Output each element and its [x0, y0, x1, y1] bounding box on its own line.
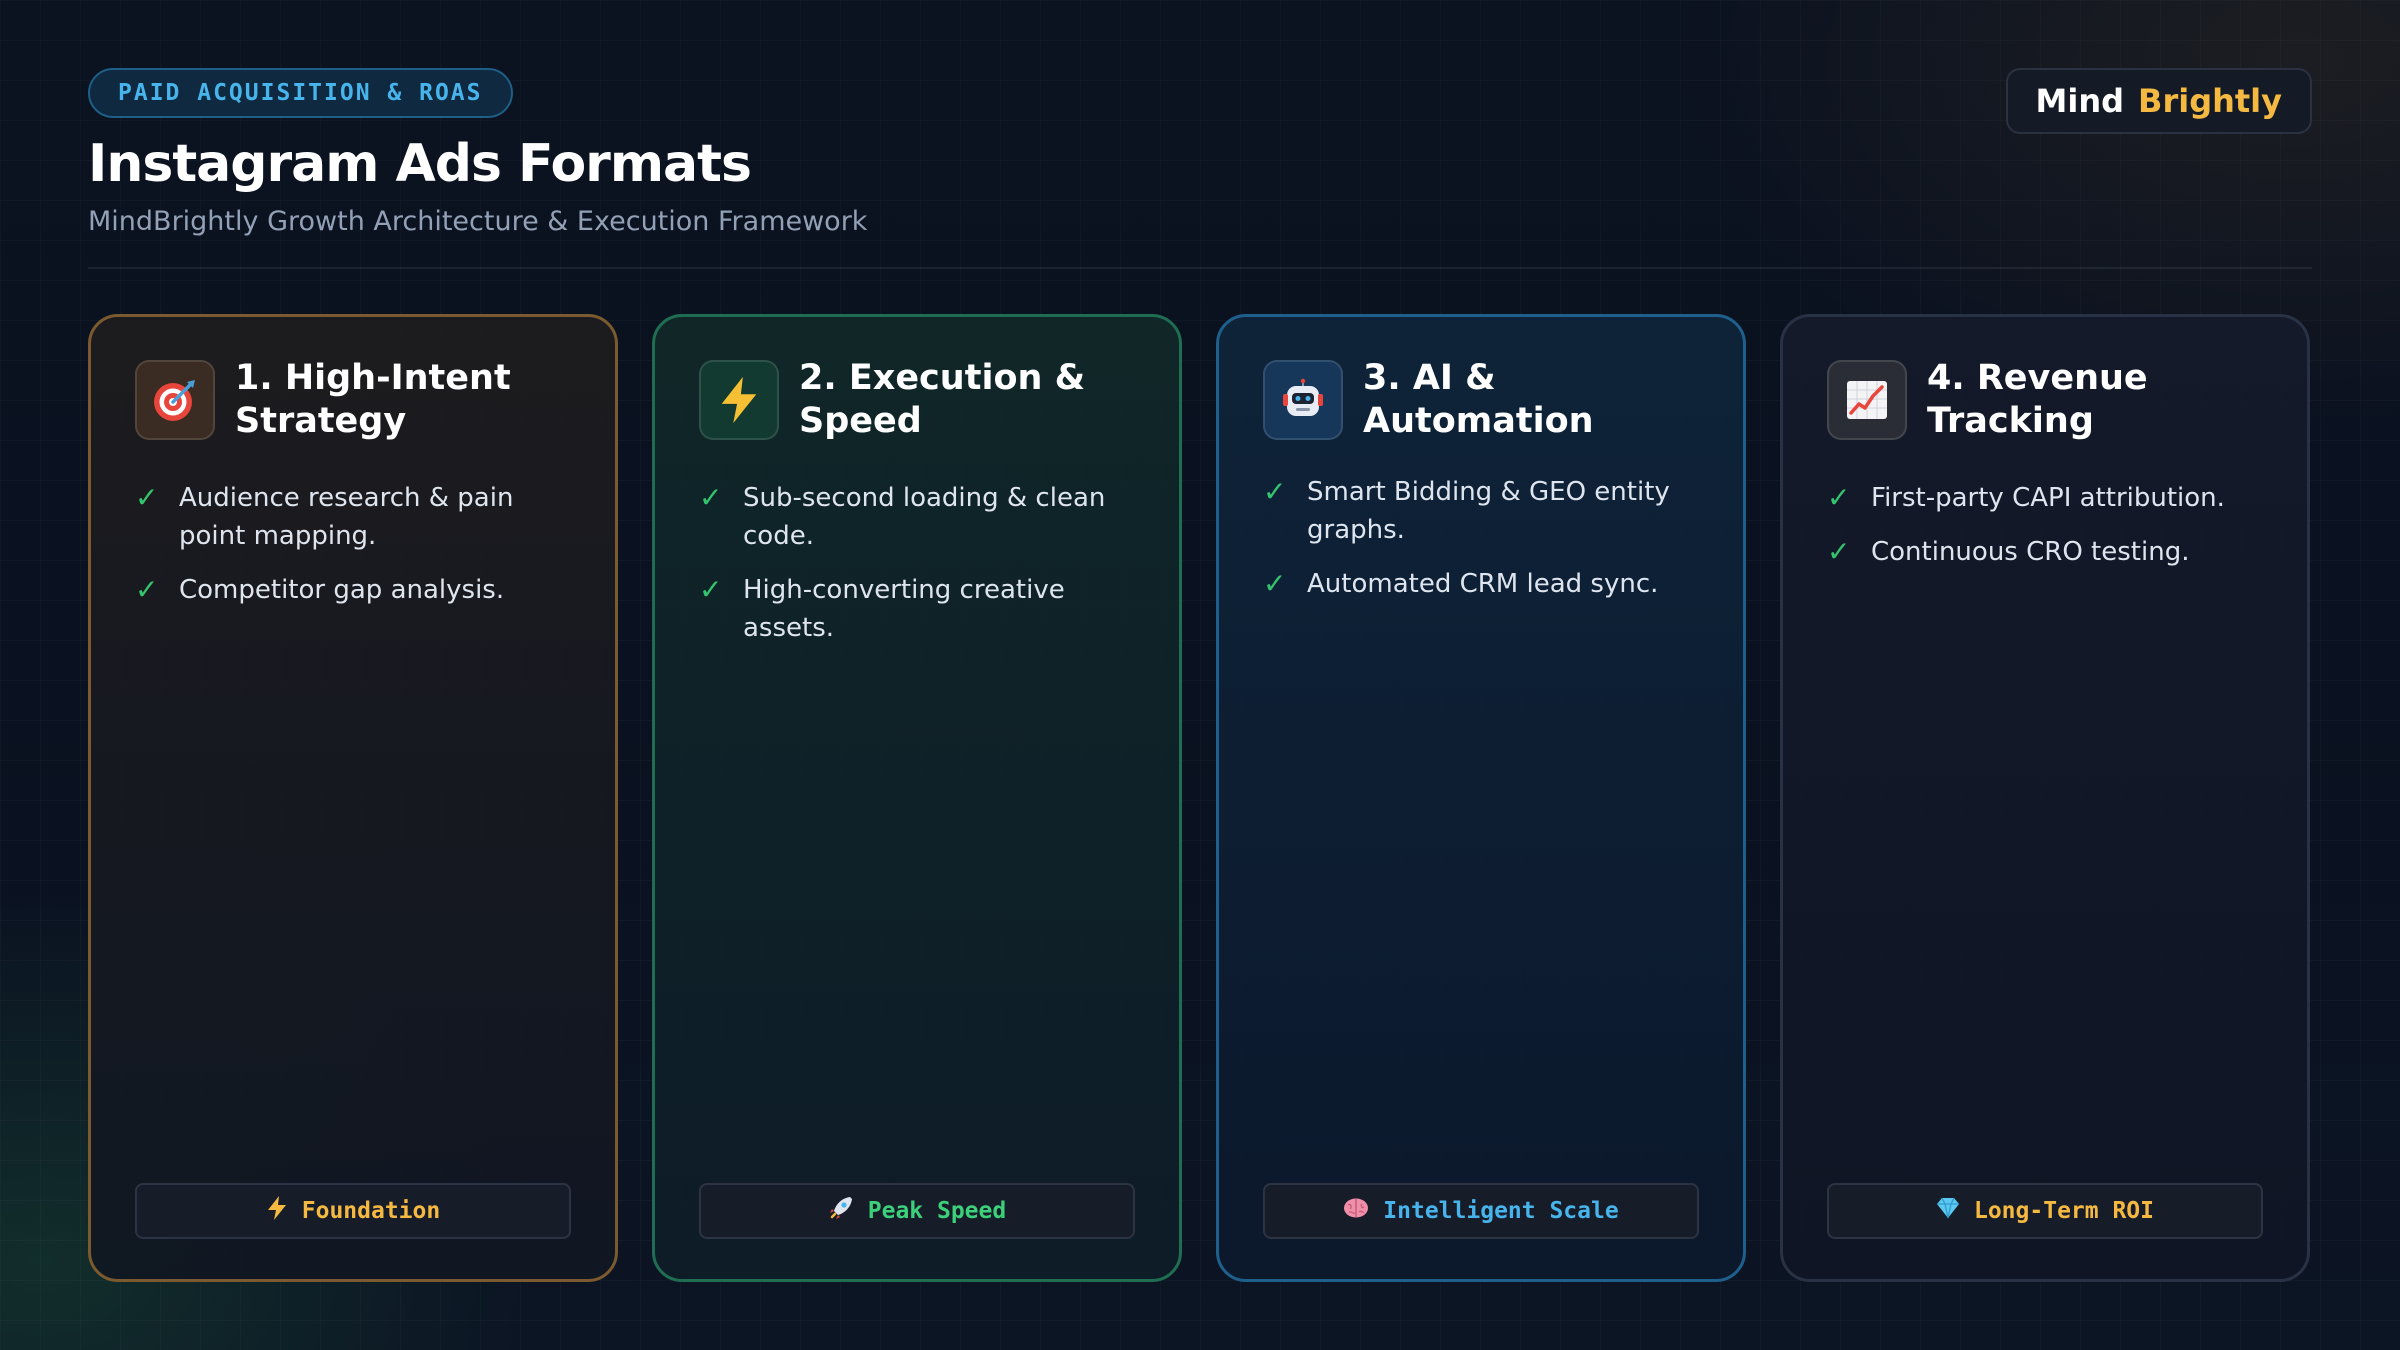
list-item: ✓ Smart Bidding & GEO entity graphs.	[1263, 473, 1699, 549]
card-item-list: ✓ Sub-second loading & clean code. ✓ High-…	[699, 479, 1135, 647]
robot-icon	[1263, 360, 1343, 440]
list-item-text: Sub-second loading & clean code.	[743, 483, 1106, 551]
badge-label: Intelligent Scale	[1383, 1198, 1619, 1224]
list-item: ✓ Competitor gap analysis.	[135, 571, 571, 609]
framework-cards: 1. High-Intent Strategy ✓ Audience resear…	[88, 314, 2312, 1282]
brand-logo: Mind Brightly	[2005, 68, 2312, 134]
badge-label: Peak Speed	[867, 1198, 1007, 1224]
list-item: ✓ Audience research & pain point mapping.	[135, 479, 571, 555]
card-title: 1. High-Intent Strategy	[235, 358, 511, 441]
card-title: 3. AI & Automation	[1363, 358, 1594, 441]
card-header: 1. High-Intent Strategy	[135, 357, 571, 443]
header-divider	[88, 267, 2312, 269]
checkmark-icon: ✓	[1827, 535, 1851, 568]
card-item-list: ✓ First-party CAPI attribution. ✓ Continuo…	[1827, 479, 2263, 571]
brand-word-mind: Mind	[2035, 82, 2125, 120]
list-item-text: High-converting creative assets.	[743, 575, 1065, 643]
checkmark-icon: ✓	[1827, 481, 1851, 514]
list-item-text: Audience research & pain point mapping.	[179, 483, 514, 551]
page-header: PAID ACQUISITION & ROAS Instagram Ads Fo…	[88, 68, 2312, 240]
checkmark-icon: ✓	[135, 481, 159, 514]
card-badge: Long-Term ROI	[1827, 1183, 2263, 1239]
list-item-text: Continuous CRO testing.	[1871, 537, 2190, 567]
card-title: 2. Execution & Speed	[799, 358, 1086, 441]
page-title: Instagram Ads Formats	[88, 134, 752, 194]
list-item: ✓ Automated CRM lead sync.	[1263, 565, 1699, 603]
page-subtitle: MindBrightly Growth Architecture & Execu…	[88, 206, 868, 237]
card-high-intent-strategy: 1. High-Intent Strategy ✓ Audience resear…	[88, 314, 618, 1282]
chart-increasing-icon	[1827, 360, 1907, 440]
badge-label: Foundation	[301, 1198, 441, 1224]
card-badge: Foundation	[135, 1183, 571, 1239]
card-title: 4. Revenue Tracking	[1927, 358, 2148, 441]
lightning-icon	[266, 1195, 288, 1227]
list-item: ✓ Continuous CRO testing.	[1827, 533, 2263, 571]
card-execution-speed: 2. Execution & Speed ✓ Sub-second loading…	[652, 314, 1182, 1282]
list-item-text: First-party CAPI attribution.	[1871, 483, 2225, 513]
brand-word-brightly: Brightly	[2138, 82, 2282, 120]
card-item-list: ✓ Audience research & pain point mapping.…	[135, 479, 571, 609]
card-header: 3. AI & Automation	[1263, 357, 1699, 443]
card-item-list: ✓ Smart Bidding & GEO entity graphs. ✓ Aut…	[1263, 473, 1699, 603]
card-header: 4. Revenue Tracking	[1827, 357, 2263, 443]
checkmark-icon: ✓	[135, 573, 159, 606]
card-ai-automation: 3. AI & Automation ✓ Smart Bidding & GEO …	[1216, 314, 1746, 1282]
gem-icon	[1936, 1197, 1960, 1225]
card-revenue-tracking: 4. Revenue Tracking ✓ First-party CAPI at…	[1780, 314, 2310, 1282]
list-item: ✓ Sub-second loading & clean code.	[699, 479, 1135, 555]
target-icon	[135, 360, 215, 440]
checkmark-icon: ✓	[1263, 567, 1287, 600]
lightning-icon	[699, 360, 779, 440]
list-item: ✓ First-party CAPI attribution.	[1827, 479, 2263, 517]
badge-label: Long-Term ROI	[1973, 1198, 2154, 1224]
checkmark-icon: ✓	[699, 481, 723, 514]
card-badge: Peak Speed	[699, 1183, 1135, 1239]
list-item-text: Smart Bidding & GEO entity graphs.	[1307, 477, 1670, 545]
list-item-text: Automated CRM lead sync.	[1307, 569, 1659, 599]
category-tag: PAID ACQUISITION & ROAS	[88, 68, 513, 118]
list-item-text: Competitor gap analysis.	[179, 575, 505, 605]
card-badge: Intelligent Scale	[1263, 1183, 1699, 1239]
checkmark-icon: ✓	[699, 573, 723, 606]
card-header: 2. Execution & Speed	[699, 357, 1135, 443]
rocket-icon	[828, 1195, 854, 1227]
checkmark-icon: ✓	[1263, 475, 1287, 508]
list-item: ✓ High-converting creative assets.	[699, 571, 1135, 647]
brain-icon	[1343, 1197, 1369, 1225]
